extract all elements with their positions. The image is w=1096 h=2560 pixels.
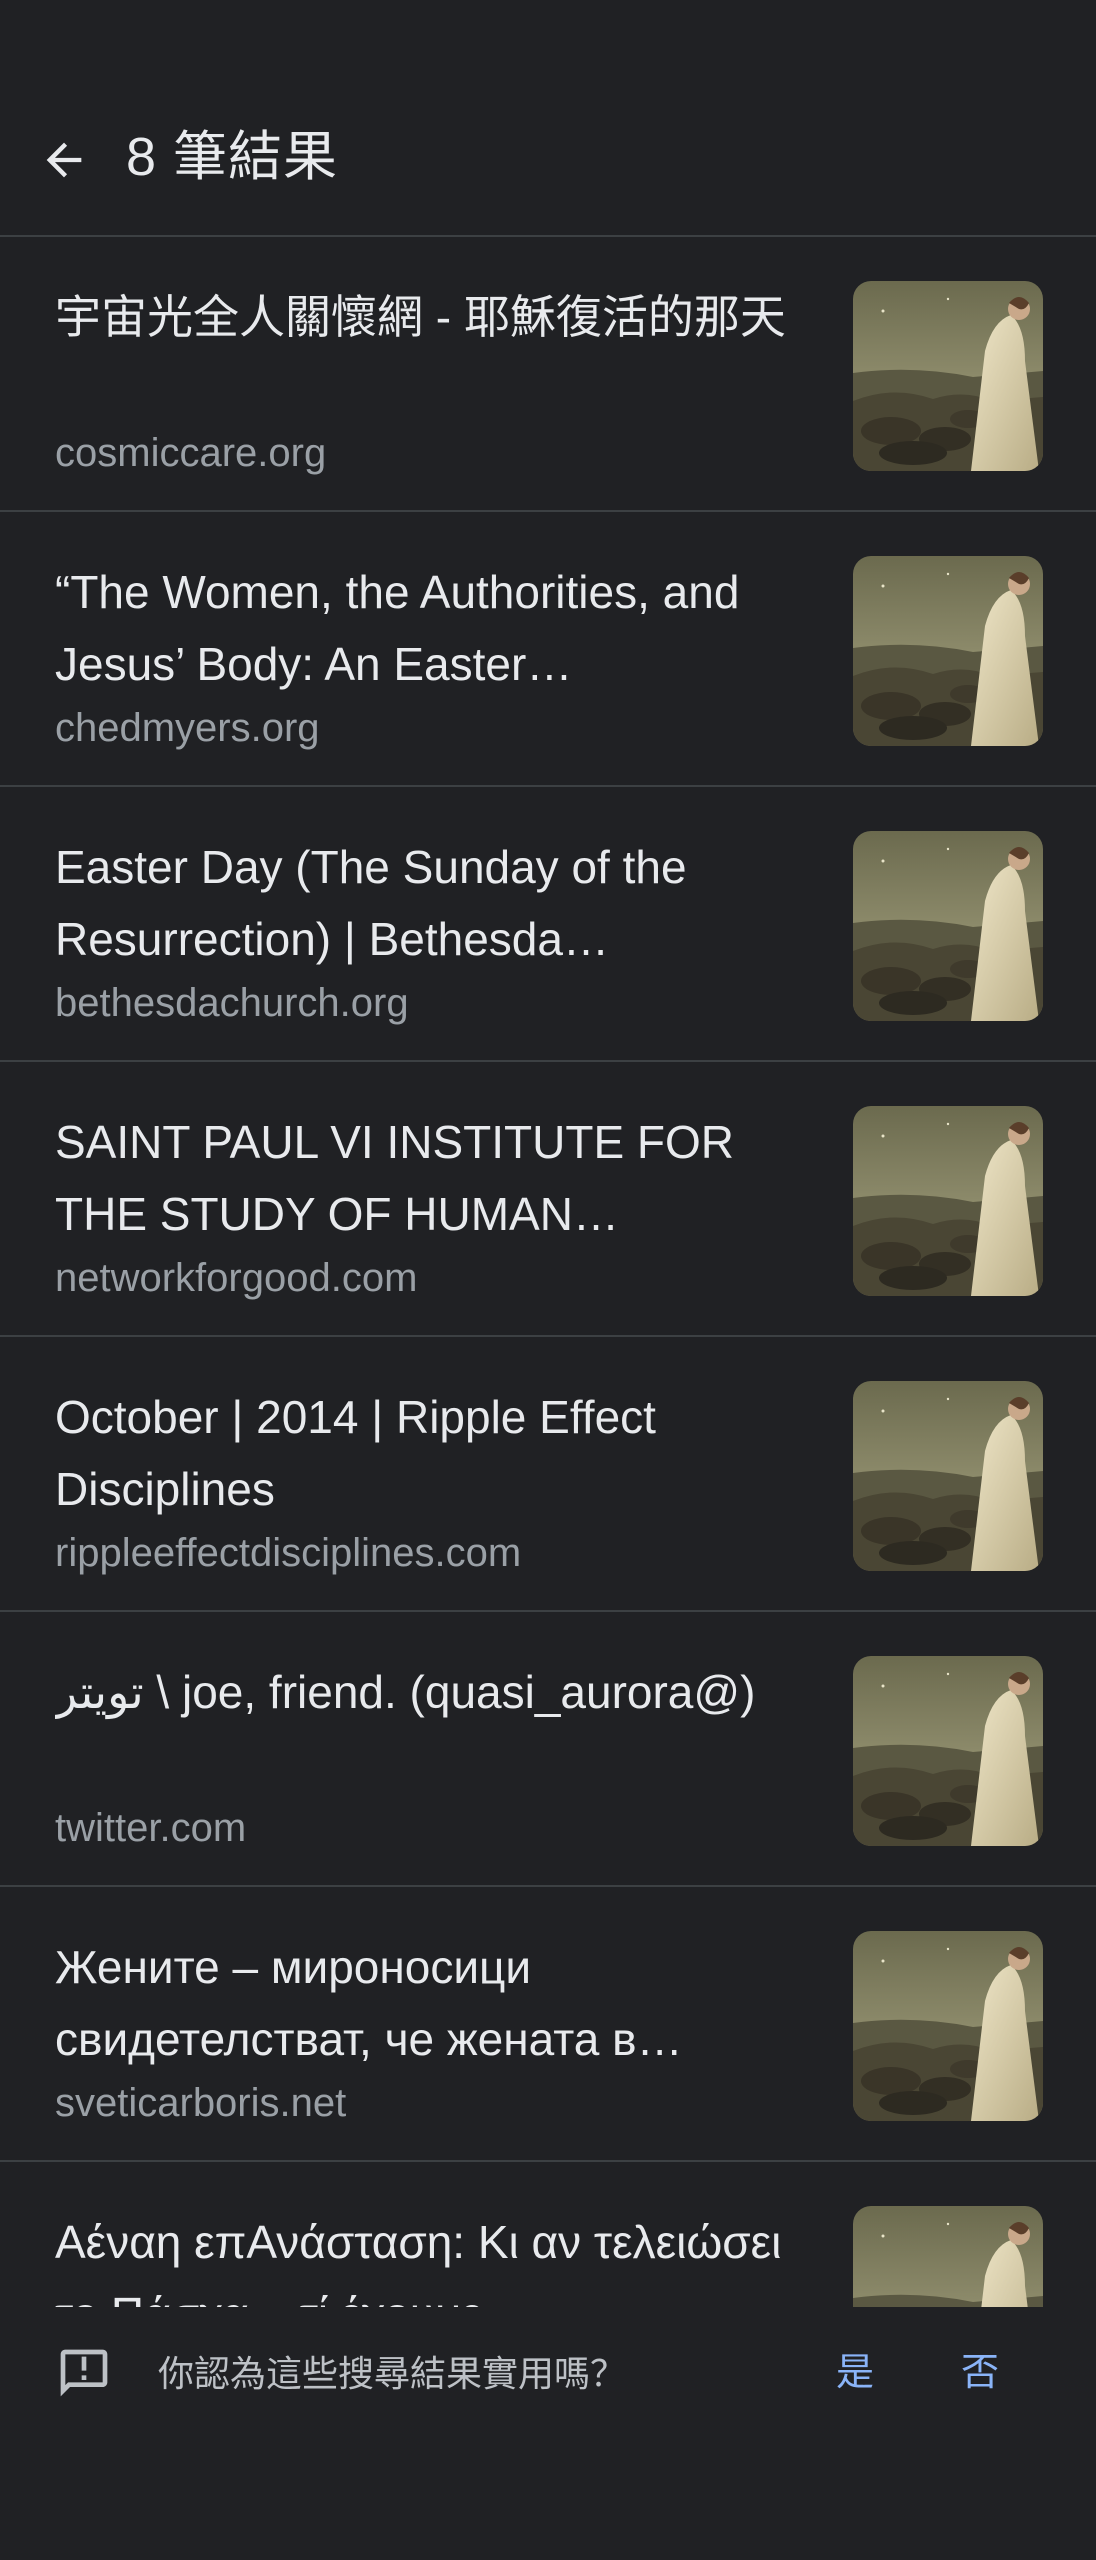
result-thumbnail[interactable]: [853, 556, 1043, 746]
feedback-no-button[interactable]: 否: [945, 2341, 1015, 2405]
result-item[interactable]: Αέναη επΑνάσταση: Κι αν τελειώσει το Πάσ…: [0, 2162, 1096, 2307]
results-header: 8 筆結果: [0, 0, 1096, 237]
result-title[interactable]: Easter Day (The Sunday of the Resurrecti…: [55, 831, 795, 975]
result-item[interactable]: “The Women, the Authorities, and Jesus’ …: [0, 512, 1096, 787]
painting-thumbnail: [853, 1656, 1043, 1846]
back-button[interactable]: [28, 124, 100, 196]
result-domain: twitter.com: [55, 1806, 247, 1850]
result-thumbnail[interactable]: [853, 1106, 1043, 1296]
feedback-question: 你認為這些搜尋結果實用嗎？: [158, 2353, 627, 2394]
result-domain: networkforgood.com: [55, 1256, 418, 1300]
result-title[interactable]: “The Women, the Authorities, and Jesus’ …: [55, 556, 795, 700]
result-domain: chedmyers.org: [55, 706, 320, 750]
arrow-back-icon: [46, 142, 82, 178]
result-thumbnail[interactable]: [853, 831, 1043, 1021]
feedback-icon: [60, 2349, 108, 2397]
painting-thumbnail: [853, 2206, 1043, 2307]
result-domain: rippleeffectdisciplines.com: [55, 1531, 522, 1575]
result-domain: bethesdachurch.org: [55, 981, 409, 1025]
feedback-yes-button[interactable]: 是: [820, 2341, 890, 2405]
result-title[interactable]: SAINT PAUL VI INSTITUTE FOR THE STUDY OF…: [55, 1106, 795, 1250]
result-item[interactable]: تويتر \ joe, friend. (quasi_aurora@) twi…: [0, 1612, 1096, 1887]
result-title[interactable]: تويتر \ joe, friend. (quasi_aurora@): [55, 1656, 795, 1728]
result-item[interactable]: SAINT PAUL VI INSTITUTE FOR THE STUDY OF…: [0, 1062, 1096, 1337]
painting-thumbnail: [853, 1931, 1043, 2121]
result-title[interactable]: Αέναη επΑνάσταση: Κι αν τελειώσει το Πάσ…: [55, 2206, 795, 2307]
result-thumbnail[interactable]: [853, 1381, 1043, 1571]
painting-thumbnail: [853, 1381, 1043, 1571]
result-title[interactable]: 宇宙光全人關懷網 - 耶穌復活的那天: [55, 281, 795, 353]
result-title[interactable]: October | 2014 | Ripple Effect Disciplin…: [55, 1381, 795, 1525]
result-domain: sveticarboris.net: [55, 2081, 347, 2125]
result-thumbnail[interactable]: [853, 281, 1043, 471]
painting-thumbnail: [853, 1106, 1043, 1296]
result-item[interactable]: Жените – мироносици свидетелстват, че же…: [0, 1887, 1096, 2162]
feedback-bar: 你認為這些搜尋結果實用嗎？ 是 否: [0, 2307, 1096, 2560]
result-item[interactable]: Easter Day (The Sunday of the Resurrecti…: [0, 787, 1096, 1062]
result-domain: cosmiccare.org: [55, 431, 327, 475]
results-list: 宇宙光全人關懷網 - 耶穌復活的那天 cosmiccare.org “The W…: [0, 237, 1096, 2307]
result-thumbnail[interactable]: [853, 1656, 1043, 1846]
painting-thumbnail: [853, 281, 1043, 471]
result-item[interactable]: October | 2014 | Ripple Effect Disciplin…: [0, 1337, 1096, 1612]
result-title[interactable]: Жените – мироносици свидетелстват, че же…: [55, 1931, 795, 2075]
page-title: 8 筆結果: [126, 127, 339, 187]
painting-thumbnail: [853, 831, 1043, 1021]
painting-thumbnail: [853, 556, 1043, 746]
result-thumbnail[interactable]: [853, 1931, 1043, 2121]
result-thumbnail[interactable]: [853, 2206, 1043, 2307]
result-item[interactable]: 宇宙光全人關懷網 - 耶穌復活的那天 cosmiccare.org: [0, 237, 1096, 512]
